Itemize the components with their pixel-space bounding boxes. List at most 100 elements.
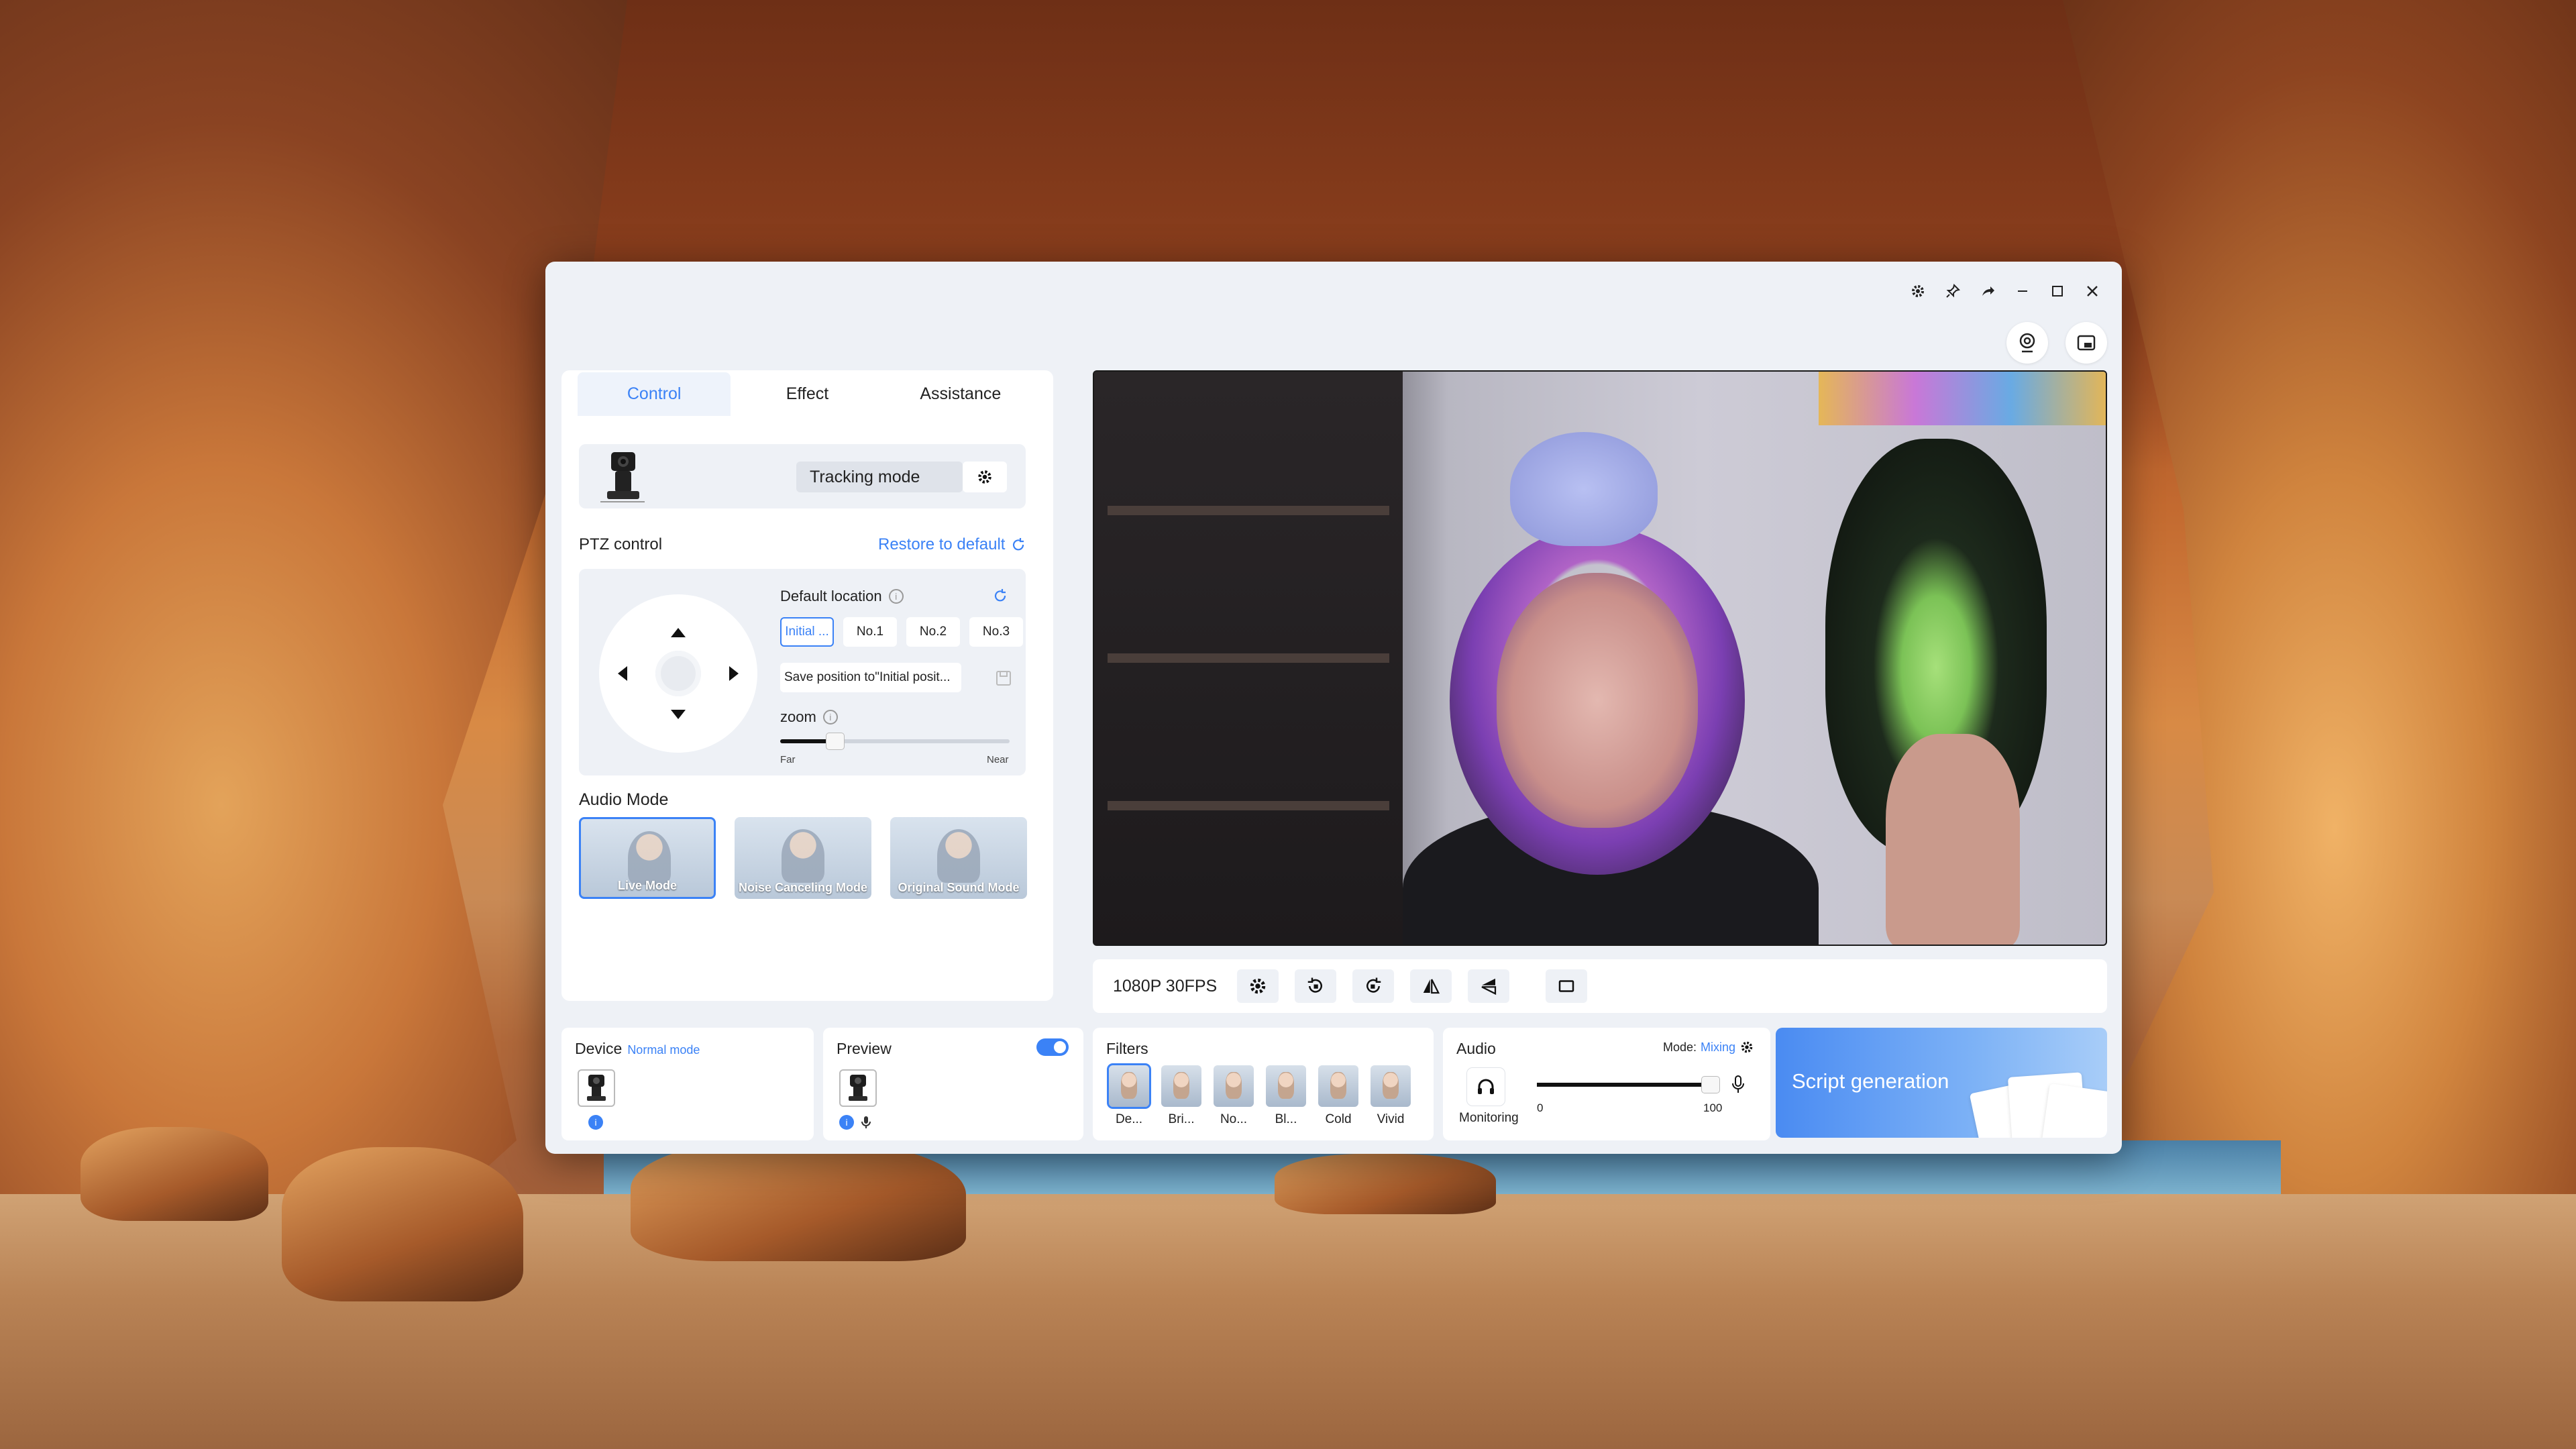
ptz-center-button[interactable]: [655, 651, 701, 696]
filter-item[interactable]: De...: [1107, 1063, 1151, 1127]
live-mode-card[interactable]: Live Mode: [579, 817, 716, 899]
camera-preview: [1093, 370, 2107, 946]
settings-icon: [1741, 1041, 1753, 1053]
flip-horizontal-button[interactable]: [1410, 969, 1452, 1003]
volume-max-label: 100: [1703, 1102, 1723, 1114]
tab-bar: Control Effect Assistance: [561, 370, 1053, 417]
camera-settings-button[interactable]: [1237, 969, 1279, 1003]
settings-icon: [1250, 978, 1266, 994]
filter-item[interactable]: Vivid: [1371, 1065, 1411, 1127]
ptz-control-title: PTZ control: [579, 535, 663, 553]
pan-right-button[interactable]: [729, 666, 739, 681]
volume-slider[interactable]: [1537, 1076, 1720, 1093]
rotate-right-button[interactable]: [1352, 969, 1395, 1003]
share-icon[interactable]: [1978, 282, 1997, 301]
original-sound-mode-label: Original Sound Mode: [898, 881, 1020, 894]
maximize-icon[interactable]: [2048, 282, 2067, 301]
minimize-icon[interactable]: [2013, 282, 2032, 301]
original-sound-mode-image: [937, 829, 980, 883]
filter-thumbnail: [1214, 1065, 1254, 1107]
reset-location-icon[interactable]: [992, 588, 1008, 604]
live-mode-label: Live Mode: [617, 879, 677, 892]
close-icon[interactable]: [2083, 282, 2102, 301]
microphone-icon[interactable]: [1730, 1075, 1746, 1095]
device-info-icon[interactable]: i: [588, 1115, 603, 1130]
filter-item[interactable]: Cold: [1318, 1065, 1358, 1127]
resolution-label[interactable]: 1080P 30FPS: [1113, 977, 1217, 996]
zoom-far-label: Far: [780, 754, 796, 765]
audio-mode-value: Mixing: [1700, 1040, 1735, 1054]
refresh-icon: [1013, 538, 1024, 551]
view-toolbar: [2006, 322, 2107, 364]
location-no1-button[interactable]: No.1: [843, 617, 897, 647]
preview-card: Preview i: [823, 1028, 1083, 1140]
screen-icon: [1558, 980, 1574, 992]
noise-canceling-mode-image: [782, 829, 824, 883]
save-position-button[interactable]: Save position to"Initial posit...: [780, 663, 961, 692]
flip-horizontal-icon: [1423, 979, 1440, 994]
pan-up-button[interactable]: [671, 628, 686, 637]
settings-icon[interactable]: [1909, 282, 1927, 301]
default-location-header: Default location i: [780, 588, 904, 605]
direction-pad: [599, 594, 757, 753]
monitoring-button[interactable]: [1467, 1068, 1505, 1106]
tracking-section: Tracking mode: [579, 444, 1026, 508]
filter-name: Bl...: [1275, 1112, 1297, 1126]
restore-default-link[interactable]: Restore to default: [878, 535, 1026, 554]
filter-item[interactable]: Bri...: [1161, 1065, 1201, 1127]
control-panel: Control Effect Assistance Tracking mode …: [561, 370, 1053, 1001]
rotate-left-button[interactable]: [1295, 969, 1337, 1003]
audio-mode-title: Audio Mode: [579, 790, 669, 809]
pan-down-button[interactable]: [671, 710, 686, 719]
audio-mode-row[interactable]: Mode: Mixing: [1663, 1040, 1754, 1055]
camera-icon: [587, 1075, 606, 1101]
zoom-label: zoom: [780, 708, 816, 725]
pin-icon[interactable]: [1943, 282, 1962, 301]
zoom-near-label: Near: [987, 754, 1009, 765]
device-title: Device: [575, 1040, 623, 1057]
filter-item[interactable]: Bl...: [1266, 1065, 1306, 1127]
device-thumbnail[interactable]: [578, 1069, 615, 1107]
zoom-slider[interactable]: [780, 733, 1010, 750]
script-generation-card[interactable]: Script generation: [1776, 1028, 2107, 1138]
pan-left-button[interactable]: [618, 666, 627, 681]
tab-assistance[interactable]: Assistance: [884, 372, 1037, 416]
filter-thumbnail: [1318, 1065, 1358, 1107]
fullscreen-button[interactable]: [1546, 969, 1588, 1003]
volume-slider-handle[interactable]: [1701, 1076, 1720, 1093]
filter-name: Vivid: [1377, 1112, 1405, 1126]
tracking-mode-button[interactable]: Tracking mode: [796, 462, 963, 492]
wallpaper-boulder: [282, 1147, 523, 1301]
save-icon[interactable]: [995, 669, 1012, 687]
location-no3-button[interactable]: No.3: [969, 617, 1023, 647]
wall-poster: [1819, 372, 2106, 425]
title-bar: [1909, 282, 2102, 301]
zoom-slider-handle[interactable]: [826, 733, 845, 750]
tab-effect[interactable]: Effect: [731, 372, 883, 416]
preview-info-icon[interactable]: i: [839, 1115, 854, 1130]
filters-title: Filters: [1106, 1040, 1148, 1057]
person-face: [1497, 573, 1698, 828]
info-icon[interactable]: i: [822, 710, 838, 724]
filter-item[interactable]: No...: [1214, 1065, 1254, 1127]
shelf-board: [1108, 653, 1389, 663]
filter-thumbnail: [1371, 1065, 1411, 1107]
info-icon[interactable]: i: [888, 589, 904, 604]
location-no2-button[interactable]: No.2: [906, 617, 960, 647]
preview-device-thumbnail[interactable]: [839, 1069, 877, 1107]
video-control-bar: 1080P 30FPS: [1093, 959, 2107, 1013]
tracking-settings-icon[interactable]: [963, 462, 1007, 492]
tab-control[interactable]: Control: [578, 372, 731, 416]
preview-toggle[interactable]: [1036, 1038, 1069, 1056]
filter-list: De... Bri... No... Bl... Cold Vivid: [1107, 1063, 1411, 1127]
layout-icon[interactable]: [2065, 322, 2107, 364]
wallpaper-boulder: [1275, 1154, 1496, 1214]
filter-name: Bri...: [1168, 1112, 1195, 1126]
script-generation-label: Script generation: [1792, 1069, 1949, 1093]
webcam-icon[interactable]: [2006, 322, 2048, 364]
filter-name: Cold: [1325, 1112, 1352, 1126]
location-initial-button[interactable]: Initial ...: [780, 617, 834, 647]
noise-canceling-mode-card[interactable]: Noise Canceling Mode: [735, 817, 871, 899]
flip-vertical-button[interactable]: [1468, 969, 1510, 1003]
original-sound-mode-card[interactable]: Original Sound Mode: [890, 817, 1027, 899]
